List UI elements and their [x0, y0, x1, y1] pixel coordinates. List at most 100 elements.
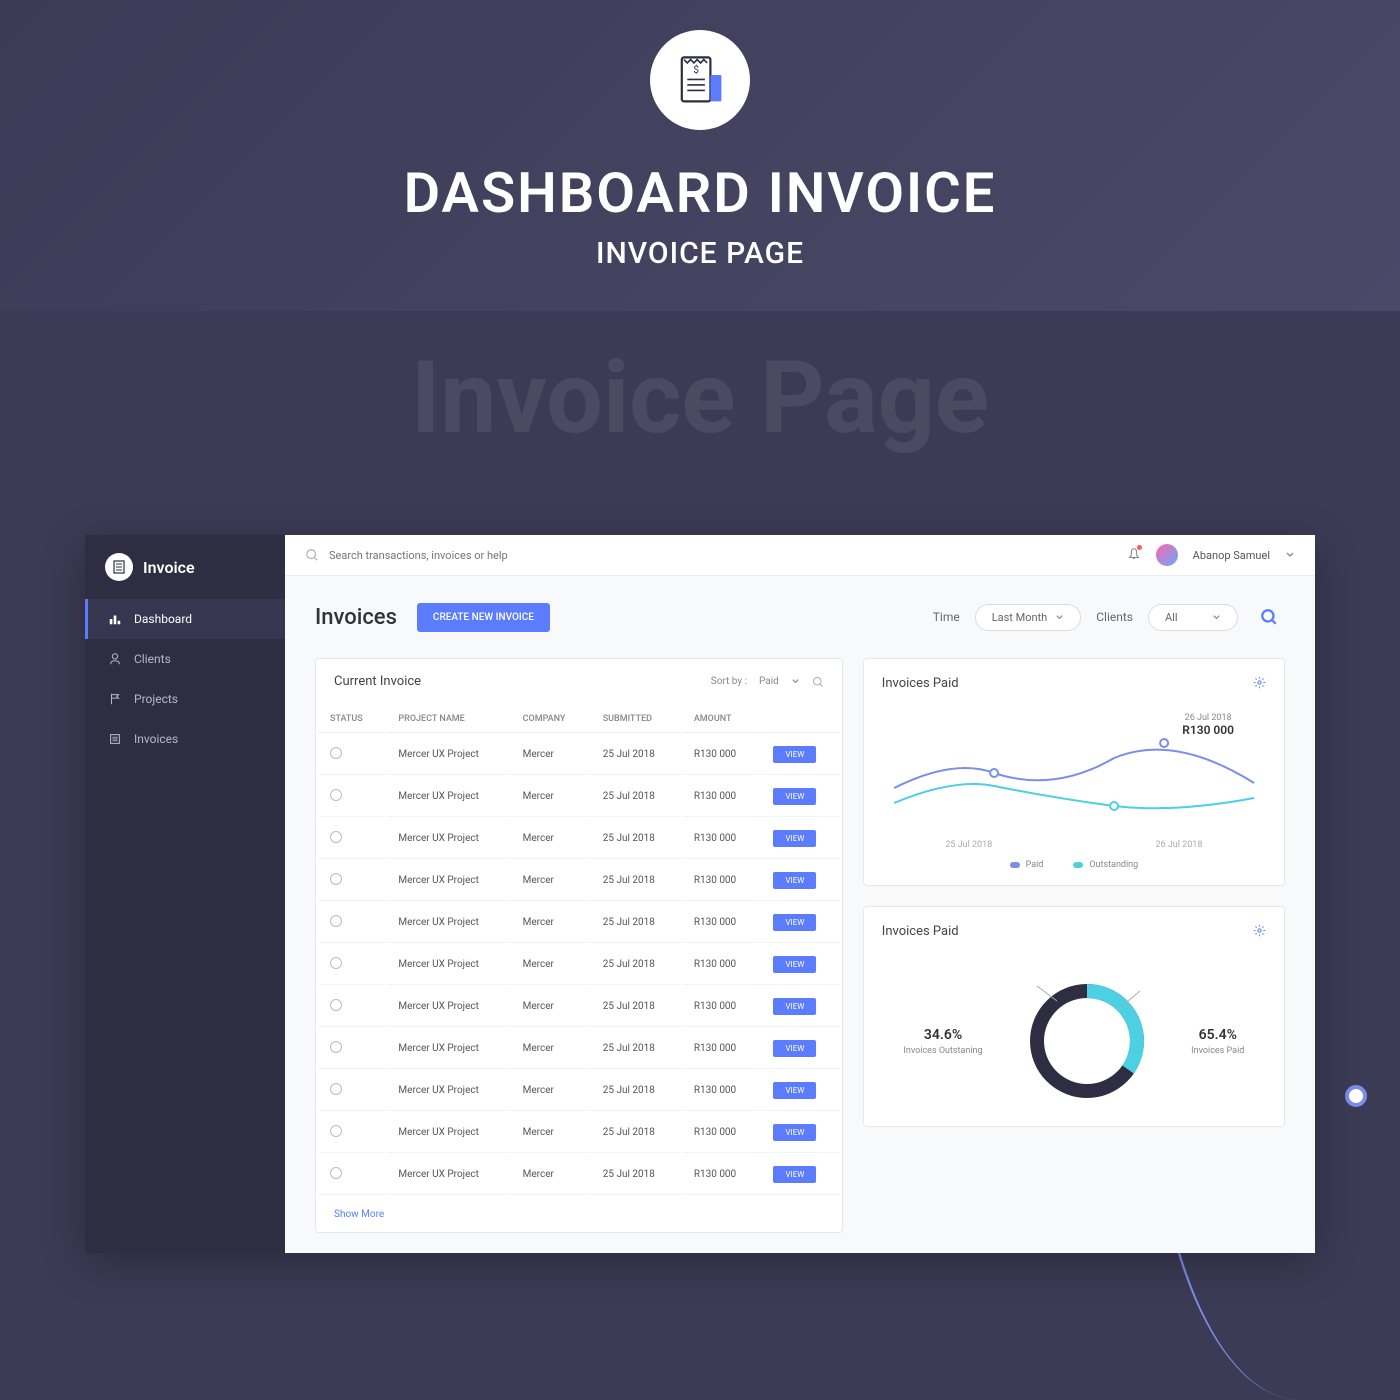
cell-submitted: 25 Jul 2018: [591, 1113, 680, 1153]
sidebar-item-dashboard[interactable]: Dashboard: [85, 599, 285, 639]
create-invoice-button[interactable]: CREATE NEW INVOICE: [417, 603, 550, 632]
user-icon: [108, 652, 122, 666]
legend-paid: Paid: [1010, 860, 1044, 870]
app-window: Invoice Dashboard Clients Projects Invoi…: [85, 535, 1315, 1253]
table-header: [761, 706, 839, 733]
file-icon: [108, 732, 122, 746]
cell-amount: R130 000: [682, 819, 760, 859]
sidebar-item-invoices[interactable]: Invoices: [85, 719, 285, 759]
flag-icon: [108, 692, 122, 706]
status-indicator: [330, 873, 342, 885]
sidebar-item-label: Dashboard: [134, 612, 192, 626]
current-invoice-card: Current Invoice Sort by : Paid STATUSPRO…: [315, 658, 843, 1233]
status-indicator: [330, 747, 342, 759]
cell-submitted: 25 Jul 2018: [591, 1071, 680, 1111]
status-indicator: [330, 831, 342, 843]
status-indicator: [330, 957, 342, 969]
view-button[interactable]: VIEW: [773, 830, 816, 847]
outstanding-label: 34.6% Invoices Outstaning: [903, 1027, 982, 1056]
cell-submitted: 25 Jul 2018: [591, 1029, 680, 1069]
view-button[interactable]: VIEW: [773, 1082, 816, 1099]
table-header: COMPANY: [511, 706, 589, 733]
view-button[interactable]: VIEW: [773, 914, 816, 931]
sidebar: Invoice Dashboard Clients Projects Invoi…: [85, 535, 285, 1253]
view-button[interactable]: VIEW: [773, 788, 816, 805]
view-button[interactable]: VIEW: [773, 1166, 816, 1183]
table-row[interactable]: Mercer UX Project Mercer 25 Jul 2018 R13…: [318, 1155, 840, 1195]
table-row[interactable]: Mercer UX Project Mercer 25 Jul 2018 R13…: [318, 1071, 840, 1111]
hero-subtitle-bg: Invoice Page: [411, 340, 989, 457]
chevron-down-icon: [1055, 613, 1064, 622]
filter-search-button[interactable]: [1253, 601, 1285, 633]
x-axis-label: 26 Jul 2018: [1155, 840, 1202, 850]
cell-company: Mercer: [511, 777, 589, 817]
settings-button[interactable]: [1253, 674, 1266, 693]
sidebar-item-projects[interactable]: Projects: [85, 679, 285, 719]
settings-button[interactable]: [1253, 922, 1266, 941]
search-input[interactable]: [329, 549, 629, 562]
chevron-down-icon: [1212, 613, 1221, 622]
invoices-paid-donut-card: Invoices Paid 34.6% Invoices Outstaning: [863, 906, 1285, 1127]
cell-submitted: 25 Jul 2018: [591, 987, 680, 1027]
cell-submitted: 25 Jul 2018: [591, 1155, 680, 1195]
cell-company: Mercer: [511, 1113, 589, 1153]
notifications-button[interactable]: [1127, 546, 1141, 565]
status-indicator: [330, 915, 342, 927]
table-header: PROJECT NAME: [386, 706, 508, 733]
cell-company: Mercer: [511, 735, 589, 775]
view-button[interactable]: VIEW: [773, 998, 816, 1015]
sidebar-item-label: Invoices: [134, 732, 178, 746]
status-indicator: [330, 1041, 342, 1053]
card-title: Current Invoice: [334, 674, 421, 689]
cell-project: Mercer UX Project: [386, 1029, 508, 1069]
table-row[interactable]: Mercer UX Project Mercer 25 Jul 2018 R13…: [318, 819, 840, 859]
sort-value[interactable]: Paid: [759, 676, 779, 687]
brand-logo[interactable]: Invoice: [85, 535, 285, 599]
show-more-link[interactable]: Show More: [316, 1197, 842, 1232]
time-filter-dropdown[interactable]: Last Month: [975, 604, 1082, 631]
table-row[interactable]: Mercer UX Project Mercer 25 Jul 2018 R13…: [318, 777, 840, 817]
chevron-down-icon[interactable]: [791, 677, 800, 686]
table-row[interactable]: Mercer UX Project Mercer 25 Jul 2018 R13…: [318, 1113, 840, 1153]
search-icon: [1260, 608, 1278, 626]
view-button[interactable]: VIEW: [773, 1124, 816, 1141]
cell-company: Mercer: [511, 1155, 589, 1195]
table-row[interactable]: Mercer UX Project Mercer 25 Jul 2018 R13…: [318, 945, 840, 985]
main-content: Abanop Samuel Invoices CREATE NEW INVOIC…: [285, 535, 1315, 1253]
table-row[interactable]: Mercer UX Project Mercer 25 Jul 2018 R13…: [318, 987, 840, 1027]
status-indicator: [330, 1083, 342, 1095]
view-button[interactable]: VIEW: [773, 956, 816, 973]
cell-submitted: 25 Jul 2018: [591, 735, 680, 775]
table-header: STATUS: [318, 706, 384, 733]
cell-submitted: 25 Jul 2018: [591, 819, 680, 859]
invoices-paid-chart-card: Invoices Paid 26 Jul 2018 R130 000: [863, 658, 1285, 886]
sidebar-item-clients[interactable]: Clients: [85, 639, 285, 679]
status-indicator: [330, 999, 342, 1011]
cell-amount: R130 000: [682, 1071, 760, 1111]
table-row[interactable]: Mercer UX Project Mercer 25 Jul 2018 R13…: [318, 861, 840, 901]
cell-amount: R130 000: [682, 945, 760, 985]
sort-label: Sort by :: [711, 676, 747, 687]
chart-tooltip: 26 Jul 2018 R130 000: [1182, 713, 1234, 737]
cell-submitted: 25 Jul 2018: [591, 903, 680, 943]
clients-filter-dropdown[interactable]: All: [1148, 604, 1238, 631]
view-button[interactable]: VIEW: [773, 746, 816, 763]
card-title: Invoices Paid: [882, 924, 959, 939]
table-row[interactable]: Mercer UX Project Mercer 25 Jul 2018 R13…: [318, 1029, 840, 1069]
view-button[interactable]: VIEW: [773, 1040, 816, 1057]
cell-company: Mercer: [511, 1071, 589, 1111]
sidebar-item-label: Projects: [134, 692, 178, 706]
chevron-down-icon[interactable]: [1285, 550, 1295, 560]
table-row[interactable]: Mercer UX Project Mercer 25 Jul 2018 R13…: [318, 735, 840, 775]
cell-project: Mercer UX Project: [386, 1071, 508, 1111]
search-icon[interactable]: [812, 676, 824, 688]
user-avatar[interactable]: [1156, 544, 1178, 566]
view-button[interactable]: VIEW: [773, 872, 816, 889]
page-header: Invoices CREATE NEW INVOICE Time Last Mo…: [285, 576, 1315, 658]
table-header: SUBMITTED: [591, 706, 680, 733]
table-row[interactable]: Mercer UX Project Mercer 25 Jul 2018 R13…: [318, 903, 840, 943]
hero-subtitle: INVOICE PAGE: [0, 236, 1400, 271]
cell-company: Mercer: [511, 1029, 589, 1069]
cell-amount: R130 000: [682, 1155, 760, 1195]
gear-icon: [1253, 676, 1266, 689]
